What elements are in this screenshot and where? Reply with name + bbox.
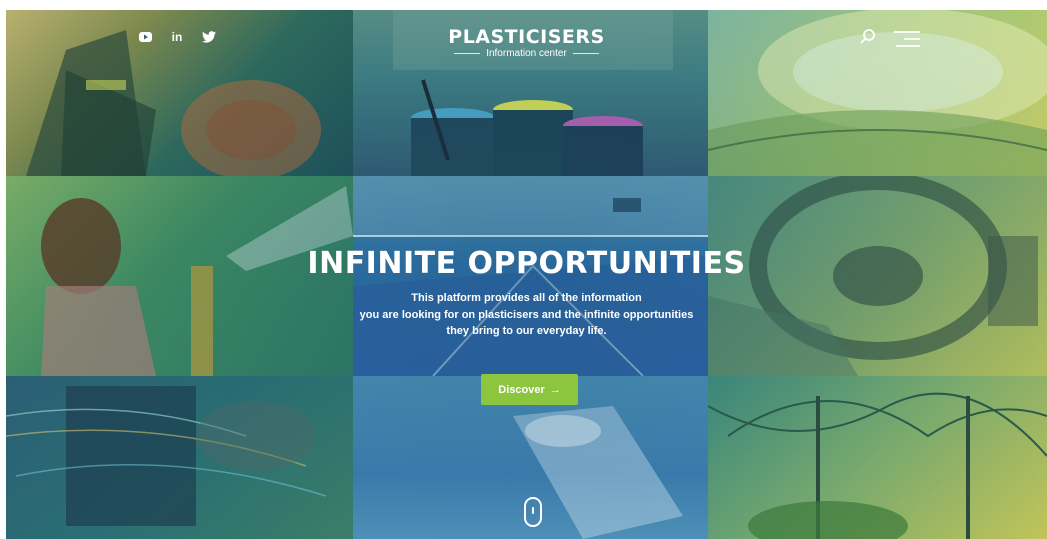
site-logo[interactable]: PLASTICISERS Information center	[6, 26, 1047, 59]
hero-description: This platform provides all of the inform…	[6, 290, 1047, 340]
tile-server-cables	[6, 376, 353, 539]
logo-title: PLASTICISERS	[448, 26, 605, 48]
arrow-right-icon: →	[549, 383, 561, 396]
discover-button-label: Discover	[498, 383, 545, 396]
hero-section: in PLASTICISERS Information center INFIN…	[6, 10, 1047, 539]
hamburger-menu-icon[interactable]	[892, 30, 922, 50]
hero-text-line-2: you are looking for on plasticisers and …	[359, 308, 694, 321]
scroll-wheel-dot	[532, 507, 534, 514]
mouse-scroll-icon[interactable]	[524, 497, 542, 527]
hero-text-line-3: they bring to our everyday life.	[446, 325, 607, 337]
discover-button[interactable]: Discover →	[481, 374, 578, 405]
logo-subtitle: Information center	[486, 48, 567, 59]
search-icon[interactable]	[859, 28, 877, 46]
tile-canopy-structure	[708, 376, 1047, 539]
logo-subtitle-row: Information center	[6, 48, 1047, 59]
logo-divider-right	[572, 53, 599, 54]
logo-divider-left	[454, 53, 481, 54]
hero-title: INFINITE OPPORTUNITIES	[307, 246, 746, 281]
hero-text-line-1: This platform provides all of the inform…	[411, 292, 642, 304]
